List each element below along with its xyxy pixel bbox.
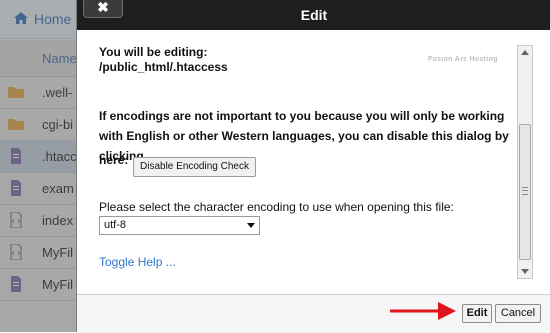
toggle-help-link[interactable]: Toggle Help ... xyxy=(99,255,176,269)
editing-label: You will be editing: xyxy=(99,45,208,59)
here-label: here: xyxy=(99,153,129,167)
dialog-content: You will be editing: /public_html/.htacc… xyxy=(77,30,550,294)
encoding-select-value: utf-8 xyxy=(104,219,127,231)
edit-button[interactable]: Edit xyxy=(462,304,492,323)
scroll-up-arrow-icon[interactable] xyxy=(521,50,529,55)
close-button[interactable]: ✖ xyxy=(83,0,123,18)
chevron-down-icon xyxy=(247,223,255,228)
watermark: Fusion Arc Hosting xyxy=(428,56,498,63)
close-icon: ✖ xyxy=(97,0,109,15)
scrollbar-thumb[interactable] xyxy=(519,124,531,260)
disable-encoding-check-button[interactable]: Disable Encoding Check xyxy=(133,157,256,177)
encoding-prompt: Please select the character encoding to … xyxy=(99,200,454,214)
edit-dialog: Edit ✖ You will be editing: /public_html… xyxy=(76,0,550,333)
dialog-footer: Edit Cancel xyxy=(77,294,550,333)
red-arrow-icon xyxy=(390,302,456,320)
editing-file-info: You will be editing: /public_html/.htacc… xyxy=(99,45,228,75)
encoding-select[interactable]: utf-8 xyxy=(99,216,260,235)
cancel-button[interactable]: Cancel xyxy=(495,304,541,323)
dialog-scrollbar[interactable] xyxy=(517,45,533,279)
grip-icon xyxy=(522,187,528,195)
dialog-titlebar: Edit ✖ xyxy=(77,0,550,30)
dialog-title: Edit xyxy=(300,7,328,23)
editing-file-path: /public_html/.htaccess xyxy=(99,60,228,74)
scroll-down-arrow-icon[interactable] xyxy=(521,269,529,274)
